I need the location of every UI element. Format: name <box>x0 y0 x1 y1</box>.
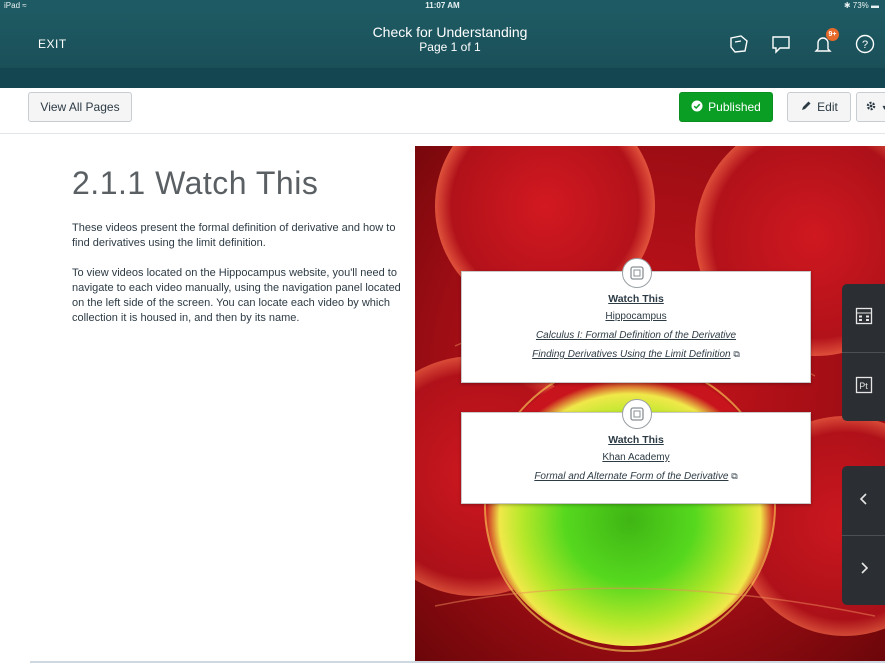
comment-icon[interactable] <box>769 32 793 56</box>
view-all-pages-button[interactable]: View All Pages <box>28 92 132 122</box>
page-count: Page 1 of 1 <box>419 40 481 54</box>
header-actions: 9+ ? <box>727 28 877 56</box>
edit-label: Edit <box>817 100 838 114</box>
page-heading: 2.1.1 Watch This <box>72 165 319 201</box>
notes-icon[interactable] <box>727 32 751 56</box>
check-circle-icon <box>691 100 703 115</box>
hero-image <box>415 146 885 661</box>
video-icon <box>622 258 652 288</box>
instructions-paragraph: To view videos located on the Hippocampu… <box>72 267 401 324</box>
view-all-pages-label: View All Pages <box>40 100 120 114</box>
status-bar: iPad ≈ 11:07 AM ✱ 73% ▬ <box>0 0 885 12</box>
app-header: EXIT Check for Understanding Page 1 of 1… <box>0 12 885 68</box>
bell-icon[interactable]: 9+ <box>811 28 839 56</box>
notification-badge: 9+ <box>826 28 839 41</box>
external-link-icon: ⧉ <box>731 471 738 481</box>
status-time: 11:07 AM <box>425 1 460 10</box>
calculator-button[interactable] <box>842 284 885 352</box>
previous-page-button[interactable] <box>842 467 885 535</box>
video-link-limit-definition[interactable]: Finding Derivatives Using the Limit Defi… <box>532 349 730 360</box>
published-button[interactable]: Published <box>679 92 773 122</box>
side-tools-panel: Pt <box>842 284 885 421</box>
external-link-icon: ⧉ <box>733 349 740 359</box>
video-icon <box>622 399 652 429</box>
chevron-left-icon <box>858 492 870 511</box>
video-link-alternate-form[interactable]: Formal and Alternate Form of the Derivat… <box>534 471 728 482</box>
settings-menu-button[interactable]: ▾ <box>856 92 885 122</box>
chevron-right-icon <box>858 561 870 580</box>
published-label: Published <box>708 100 761 114</box>
video-link-formal-definition[interactable]: Calculus I: Formal Definition of the Der… <box>462 326 810 345</box>
card-title: Watch This <box>608 293 664 305</box>
svg-text:?: ? <box>862 39 868 51</box>
header-band <box>0 68 885 88</box>
page-title: Check for Understanding <box>372 24 528 40</box>
pencil-icon <box>800 100 812 115</box>
edit-button[interactable]: Edit <box>787 92 851 122</box>
calculator-icon <box>855 307 873 330</box>
header-titles: Check for Understanding Page 1 of 1 <box>300 24 600 54</box>
source-link-hippocampus[interactable]: Hippocampus <box>462 307 810 326</box>
intro-paragraph: These videos present the formal definiti… <box>72 222 396 249</box>
video-card: Watch This Hippocampus Calculus I: Forma… <box>461 258 811 383</box>
periodic-table-button[interactable]: Pt <box>842 353 885 421</box>
pt-icon: Pt <box>855 376 873 399</box>
exit-button[interactable]: EXIT <box>38 37 67 51</box>
gear-icon <box>865 100 877 115</box>
hero-artwork <box>415 146 885 661</box>
svg-text:Pt: Pt <box>859 381 868 391</box>
footer-divider <box>30 661 885 663</box>
help-icon[interactable]: ? <box>853 32 877 56</box>
battery-indicator: ✱ 73% ▬ <box>843 1 879 10</box>
video-card: Watch This Khan Academy Formal and Alter… <box>461 399 811 504</box>
source-link-khan-academy[interactable]: Khan Academy <box>462 448 810 467</box>
page-navigation-panel <box>842 466 885 605</box>
card-title: Watch This <box>608 434 664 446</box>
next-page-button[interactable] <box>842 536 885 604</box>
